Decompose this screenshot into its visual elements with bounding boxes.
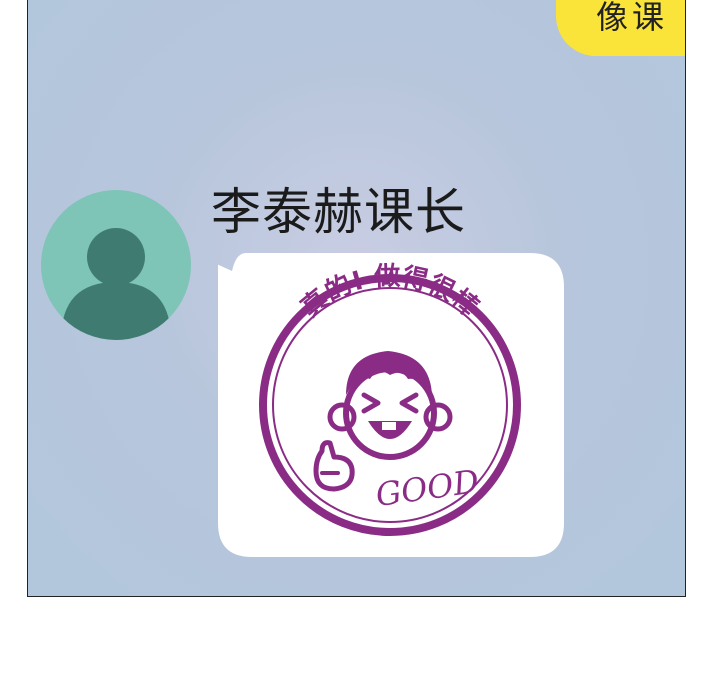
outgoing-message-text: 像课 [596,0,669,36]
good-job-sticker: 真的! 做得很棒 GOOD [218,253,564,557]
outgoing-message-bubble[interactable]: 像课 [556,0,685,56]
chat-panel: 像课 李泰赫课长 真的! 做得很棒 GOOD [27,0,686,597]
contact-avatar[interactable] [41,190,191,340]
sticker-message-bubble[interactable]: 真的! 做得很棒 GOOD [218,253,564,557]
sender-name: 李泰赫课长 [211,183,466,241]
person-icon [61,228,171,340]
